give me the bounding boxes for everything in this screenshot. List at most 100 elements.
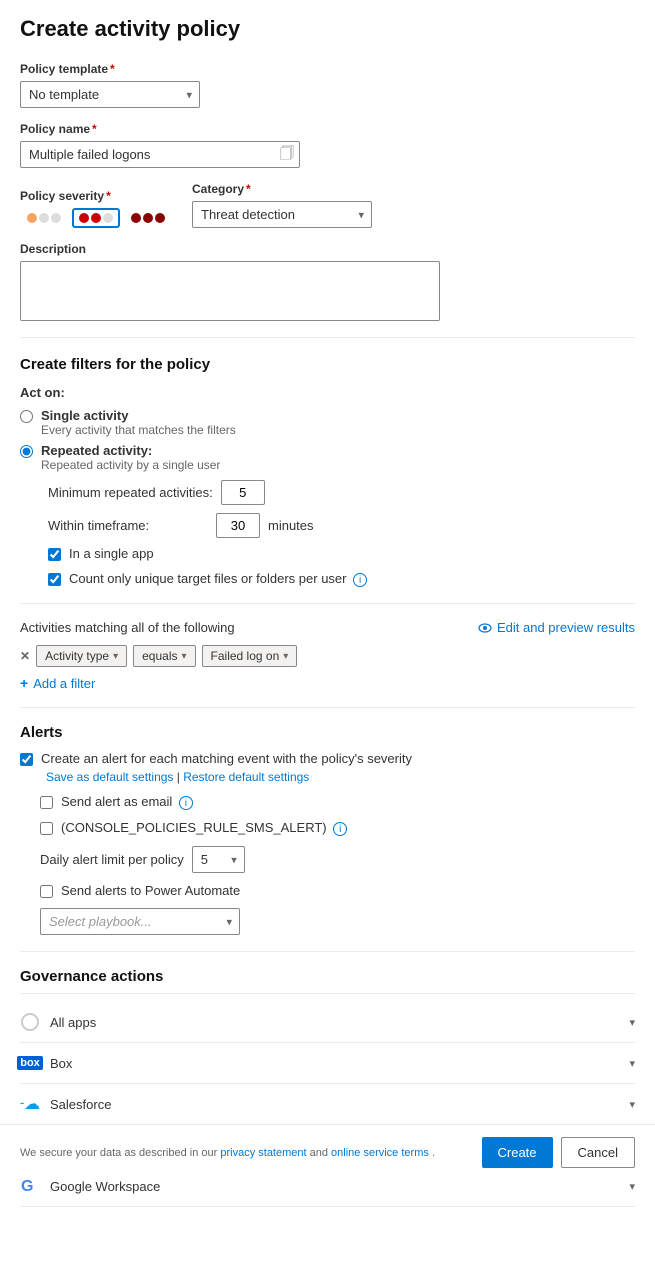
equals-chip[interactable]: equals ▾ [133,645,195,667]
policy-template-label: Policy template* [20,62,635,76]
power-automate-label: Send alerts to Power Automate [61,883,240,898]
alert-main-checkbox[interactable] [20,753,33,766]
within-timeframe-label: Within timeframe: [48,518,208,533]
policy-name-wrapper: 🗍 [20,141,300,168]
min-repeated-label: Minimum repeated activities: [48,485,213,500]
category-select-wrapper: Threat detection [192,201,372,228]
category-label: Category* [192,182,372,196]
alert-main-checkbox-row: Create an alert for each matching event … [20,751,635,766]
repeated-activity-radio[interactable] [20,445,33,458]
policy-name-input[interactable] [20,141,300,168]
policy-name-field: Policy name* 🗍 [20,122,635,168]
create-button[interactable]: Create [482,1137,553,1168]
googleworkspace-chevron-icon: ▾ [629,1180,635,1193]
unique-targets-checkbox[interactable] [48,573,61,586]
daily-limit-select[interactable]: 5 1 2 10 20 50 [192,846,245,873]
page-title: Create activity policy [20,16,635,42]
sms-label: (CONSOLE_POLICIES_RULE_SMS_ALERT) i [61,820,347,836]
unique-targets-info-icon: i [353,573,367,587]
dot8 [143,213,153,223]
min-repeated-input[interactable] [221,480,265,505]
repeated-fields: Minimum repeated activities: Within time… [48,480,635,538]
severity-category-row: Policy severity* [20,182,635,228]
description-label: Description [20,242,635,256]
playbook-wrapper: Select playbook... [40,908,635,935]
governance-allapps-item[interactable]: All apps ▾ [20,1002,635,1043]
repeated-activity-desc: Repeated activity by a single user [41,458,220,472]
within-timeframe-input[interactable] [216,513,260,538]
filter-remove-button[interactable]: ✕ [20,649,30,663]
salesforce-label: Salesforce [50,1097,111,1112]
activities-section-title: Activities matching all of the following [20,620,235,635]
single-activity-radio[interactable] [20,410,33,423]
svg-text:G: G [21,1178,33,1195]
policy-template-field: Policy template* No template [20,62,635,108]
online-service-terms-link[interactable]: online service terms [331,1147,429,1159]
privacy-statement-link[interactable]: privacy statement [220,1147,306,1159]
severity-medium-dots [79,213,113,223]
cancel-button[interactable]: Cancel [561,1137,635,1168]
min-repeated-row: Minimum repeated activities: [48,480,635,505]
description-field: Description [20,242,635,321]
filter-row: ✕ Activity type ▾ equals ▾ Failed log on… [20,645,635,667]
send-email-info-icon: i [179,796,193,810]
single-activity-text: Single activity Every activity that matc… [41,408,236,437]
single-app-label: In a single app [69,546,154,561]
policy-name-label: Policy name* [20,122,635,136]
sms-checkbox[interactable] [40,822,53,835]
add-filter-button[interactable]: + Add a filter [20,675,635,691]
single-activity-option: Single activity Every activity that matc… [20,408,635,437]
severity-low-button[interactable] [20,208,68,228]
playbook-select[interactable]: Select playbook... [40,908,240,935]
severity-medium-button[interactable] [72,208,120,228]
repeated-activity-title: Repeated activity: [41,443,220,458]
dot6 [103,213,113,223]
alerts-section: Alerts Create an alert for each matching… [20,724,635,935]
governance-allapps-left: All apps [20,1012,96,1032]
salesforce-icon: ☁ [20,1094,40,1114]
severity-label: Policy severity* [20,189,172,203]
severity-high-button[interactable] [124,208,172,228]
dot9 [155,213,165,223]
failed-logon-chip[interactable]: Failed log on ▾ [202,645,298,667]
allapps-chevron-icon: ▾ [629,1016,635,1029]
unique-targets-label: Count only unique target files or folder… [69,571,367,587]
googleworkspace-label: Google Workspace [50,1179,160,1194]
playbook-select-wrapper: Select playbook... [40,908,240,935]
category-select[interactable]: Threat detection [192,201,372,228]
dot4 [79,213,89,223]
severity-low-dots [27,213,61,223]
single-app-checkbox[interactable] [48,548,61,561]
divider-1 [20,337,635,338]
governance-title: Governance actions [20,968,635,994]
divider-4 [20,951,635,952]
sms-info-icon: i [333,822,347,836]
save-default-link[interactable]: Save as default settings [46,770,173,784]
governance-box-item[interactable]: box Box ▾ [20,1043,635,1084]
send-email-checkbox[interactable] [40,796,53,809]
governance-salesforce-item[interactable]: ☁ Salesforce ▾ [20,1084,635,1125]
governance-salesforce-left: ☁ Salesforce [20,1094,111,1114]
send-email-row: Send alert as email i [40,794,635,810]
policy-template-select[interactable]: No template [20,81,200,108]
single-activity-desc: Every activity that matches the filters [41,423,236,437]
box-chevron-icon: ▾ [629,1057,635,1070]
sms-row: (CONSOLE_POLICIES_RULE_SMS_ALERT) i [40,820,635,836]
restore-default-link[interactable]: Restore default settings [183,770,309,784]
activity-type-chip[interactable]: Activity type ▾ [36,645,127,667]
description-textarea[interactable] [20,261,440,321]
governance-box-left: box Box [20,1053,72,1073]
dot5 [91,213,101,223]
act-on-label: Act on: [20,385,635,400]
dot1 [27,213,37,223]
daily-limit-select-wrapper: 5 1 2 10 20 50 [192,846,245,873]
alerts-title: Alerts [20,724,635,741]
footer: We secure your data as described in our … [0,1124,655,1180]
timeframe-unit: minutes [268,518,314,533]
send-email-label: Send alert as email i [61,794,193,810]
eye-icon [478,623,492,633]
policy-template-select-wrapper: No template [20,81,200,108]
edit-preview-button[interactable]: Edit and preview results [478,620,635,635]
all-apps-icon [20,1012,40,1032]
power-automate-checkbox[interactable] [40,885,53,898]
